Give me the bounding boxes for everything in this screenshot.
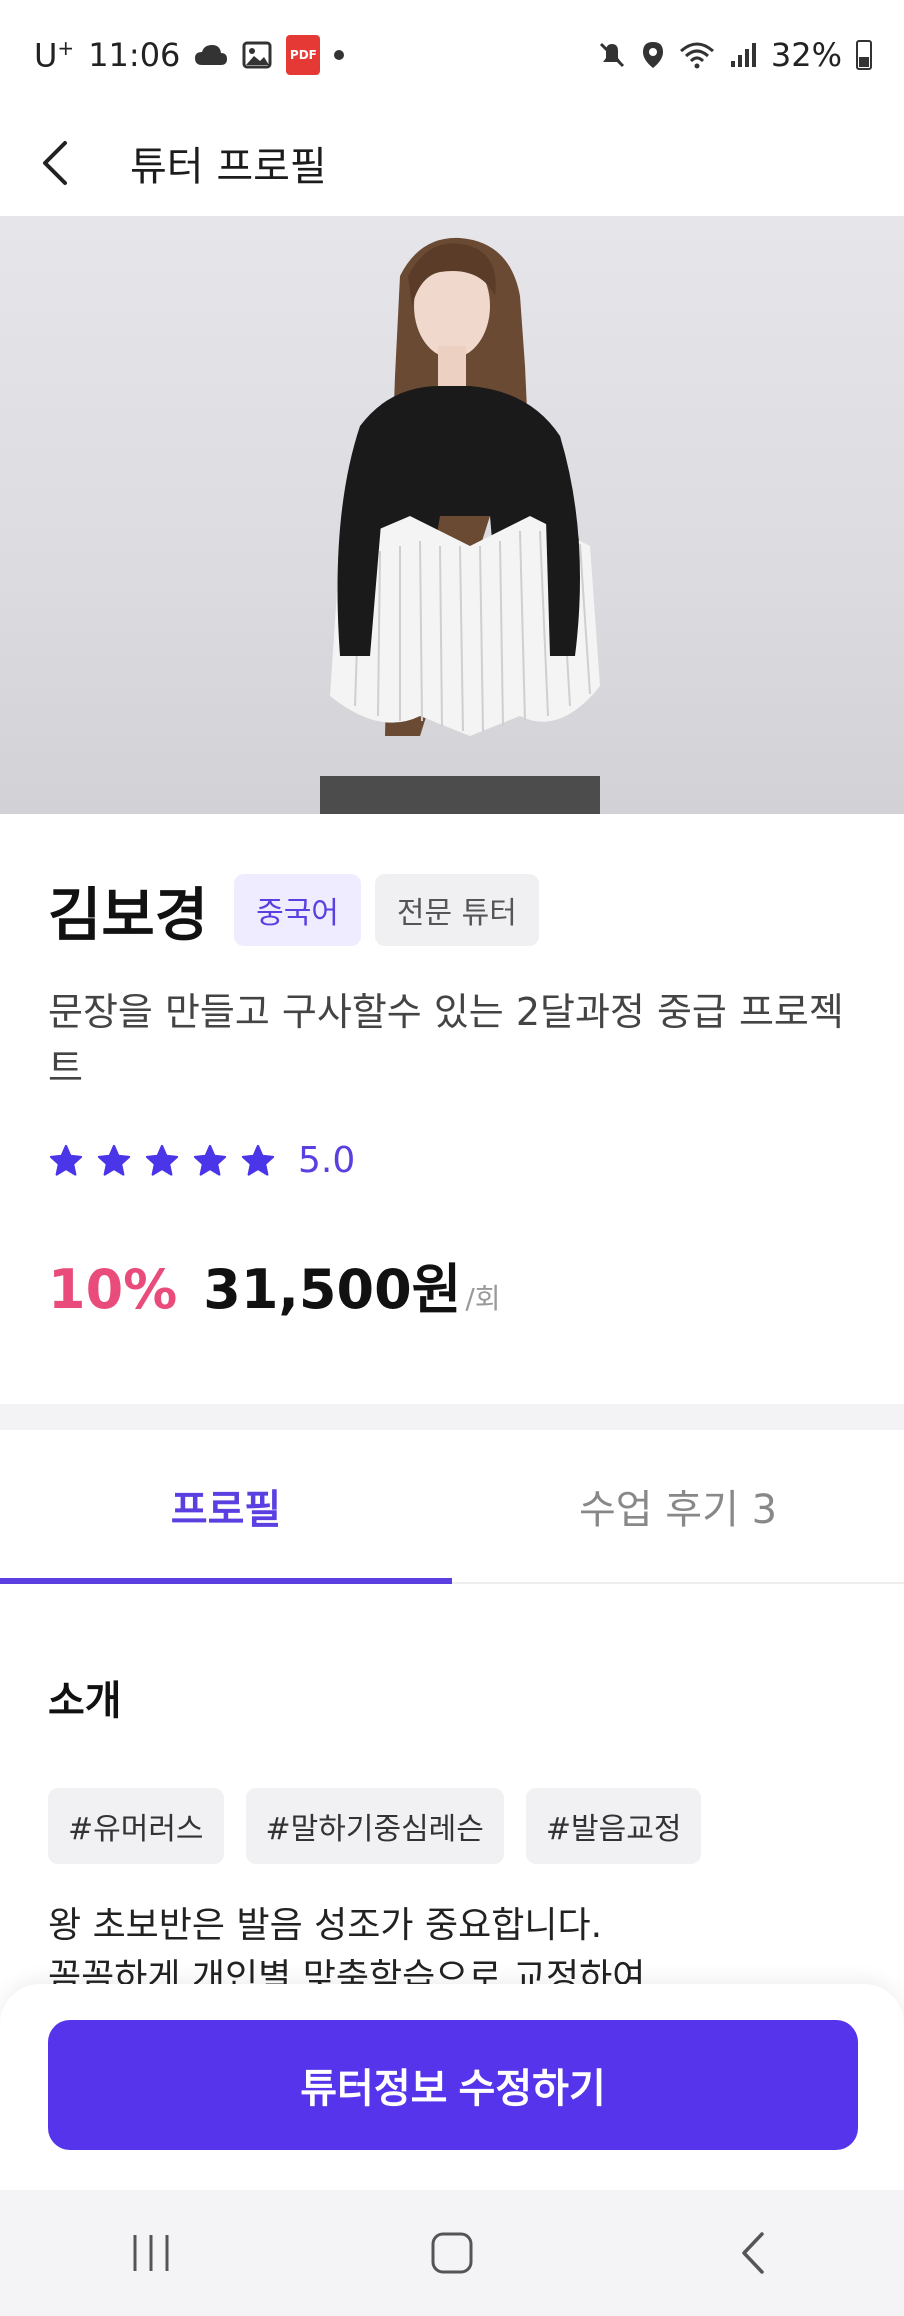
back-button[interactable] — [0, 110, 100, 216]
intro-title: 소개 — [48, 1678, 122, 1724]
wifi-icon — [679, 42, 714, 69]
rating-value: 5.0 — [298, 1140, 356, 1181]
page-title: 튜터 프로필 — [130, 144, 327, 190]
chevron-left-icon — [43, 141, 67, 185]
star-icon — [241, 1144, 275, 1176]
tutor-photo — [0, 216, 904, 814]
cloud-icon — [195, 45, 228, 65]
pdf-icon: PDF — [286, 35, 321, 75]
tag-list: #유머러스 #말하기중심레슨 #발음교정 — [48, 1788, 702, 1864]
section-divider — [0, 1404, 904, 1430]
status-bar: U+ 11:06 PDF 32% — [0, 0, 904, 110]
price-row: 10% 31,500원 /회 — [48, 1245, 858, 1324]
status-left: U+ 11:06 PDF — [34, 35, 345, 75]
tag-item: #유머러스 — [48, 1788, 224, 1864]
clock: 11:06 — [88, 36, 181, 74]
app-header: 튜터 프로필 — [0, 110, 904, 216]
star-icon — [193, 1144, 227, 1176]
price: 31,500원 — [203, 1258, 462, 1321]
battery-percent: 32% — [770, 36, 842, 74]
tutor-name: 김보경 — [48, 881, 209, 949]
price-unit: /회 — [465, 1282, 501, 1315]
course-description: 문장을 만들고 구사할수 있는 2달과정 중급 프로젝트 — [48, 990, 844, 1090]
tab-reviews[interactable]: 수업 후기 3 — [452, 1430, 904, 1582]
rating-row: 5.0 — [48, 1140, 858, 1181]
tutor-type-badge: 전문 튜터 — [374, 874, 539, 946]
home-button[interactable] — [392, 2203, 512, 2303]
battery-icon — [856, 40, 872, 70]
star-icon — [97, 1144, 131, 1176]
home-icon — [431, 2232, 473, 2274]
discount-rate: 10% — [48, 1258, 178, 1321]
signal-icon — [730, 43, 756, 67]
profile-tabs: 프로필 수업 후기 3 — [0, 1430, 904, 1584]
name-row: 김보경 중국어 전문 튜터 — [48, 870, 858, 950]
system-nav-bar — [0, 2190, 904, 2316]
recent-apps-icon — [133, 2235, 169, 2271]
tag-item: #발음교정 — [525, 1788, 702, 1864]
tutor-portrait-image — [320, 237, 600, 814]
star-icon — [145, 1144, 179, 1176]
tutor-info: 김보경 중국어 전문 튜터 문장을 만들고 구사할수 있는 2달과정 중급 프로… — [48, 870, 858, 1324]
edit-tutor-info-button[interactable]: 튜터정보 수정하기 — [48, 2020, 858, 2150]
status-right: 32% — [597, 36, 872, 74]
image-icon — [242, 41, 272, 69]
carrier-label: U+ — [34, 35, 75, 75]
bottom-action-bar: 튜터정보 수정하기 — [0, 1984, 904, 2190]
language-badge: 중국어 — [234, 874, 361, 946]
tab-profile[interactable]: 프로필 — [0, 1430, 452, 1584]
back-icon — [742, 2232, 765, 2274]
star-icon — [49, 1144, 83, 1176]
system-back-button[interactable] — [693, 2203, 813, 2303]
dot-icon — [334, 50, 345, 60]
tag-item: #말하기중심레슨 — [245, 1788, 504, 1864]
intro-line: 왕 초보반은 발음 성조가 중요합니다. — [48, 1905, 603, 1946]
location-icon — [642, 42, 663, 68]
recent-apps-button[interactable] — [91, 2203, 211, 2303]
mute-icon — [599, 42, 624, 68]
